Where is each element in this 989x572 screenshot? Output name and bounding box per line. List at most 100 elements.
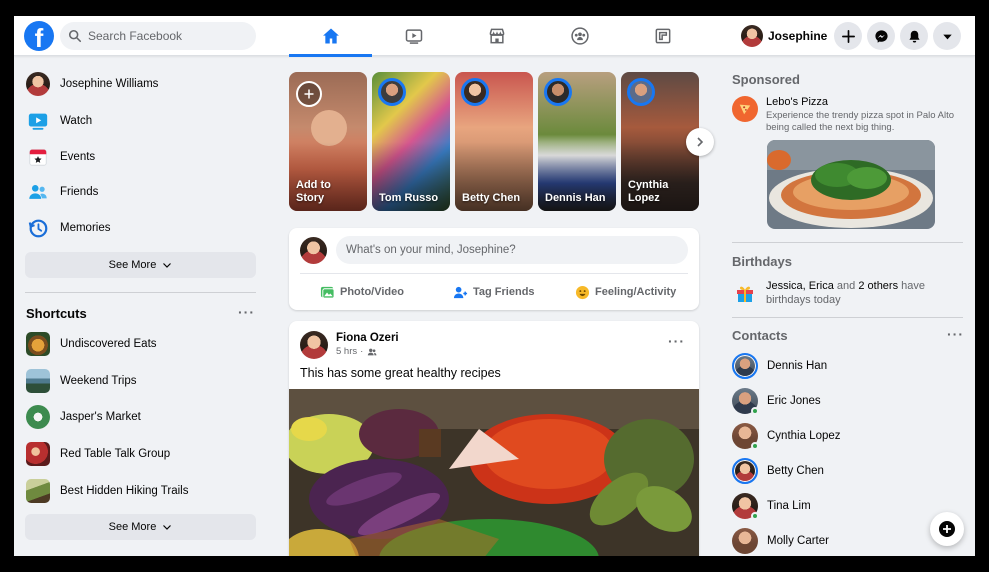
messenger-icon [874,29,888,43]
divider [732,242,963,243]
create-button[interactable] [834,22,862,50]
contact-item[interactable]: Betty Chen [732,456,824,486]
friends-icon [29,185,47,199]
story-name: Tom Russo [379,192,439,204]
tag-friends-icon [453,286,468,298]
account-menu-button[interactable] [933,22,961,50]
facebook-logo[interactable]: f [24,21,54,51]
story-card[interactable]: Betty Chen [455,72,533,211]
facebook-window: f Josephine [14,16,975,556]
feed-post: Fiona Ozeri 5 hrs · ··· This has some gr… [289,321,699,556]
contact-item[interactable]: Cynthia Lopez [732,421,841,451]
photo-icon [320,286,335,299]
gift-icon [732,280,758,306]
contact-item[interactable]: Eric Jones [732,386,821,416]
tag-friends-button[interactable]: Tag Friends [453,279,535,305]
avatar [732,528,758,554]
chevron-down-icon [163,263,172,268]
shortcut-thumbnail [26,442,50,466]
avatar [300,237,327,264]
plus-icon [304,89,314,99]
notifications-button[interactable] [900,22,928,50]
status-input[interactable] [336,236,688,264]
stories-next-button[interactable] [686,128,714,156]
story-name: Betty Chen [462,192,521,204]
shortcut-label: Weekend Trips [60,375,137,387]
tab-gaming[interactable] [621,16,704,56]
divider [25,292,256,293]
contact-item[interactable]: Molly Carter [732,526,829,556]
birthdays-text[interactable]: Jessica, Erica and 2 others have birthda… [766,279,966,307]
contact-name: Eric Jones [767,395,821,407]
sponsored-name[interactable]: Lebo's Pizza [766,96,828,108]
marketplace-icon [489,28,504,44]
avatar [732,458,758,484]
sponsored-title: Sponsored [732,72,800,87]
sidebar-item-watch[interactable]: Watch [26,106,92,136]
shortcut-item[interactable]: Jasper's Market [26,402,141,432]
divider [732,317,963,318]
photo-video-button[interactable]: Photo/Video [320,279,404,305]
shortcut-thumbnail [26,479,50,503]
contact-name: Molly Carter [767,535,829,547]
sponsored-image[interactable] [767,140,935,229]
main-nav-tabs [289,16,704,57]
post-meta: 5 hrs · [336,346,377,357]
story-card[interactable]: Tom Russo [372,72,450,211]
birthday-and: and [836,280,856,292]
story-card[interactable]: Dennis Han [538,72,616,211]
tab-marketplace[interactable] [455,16,538,56]
post-text: This has some great healthy recipes [300,366,501,380]
see-more-label: See More [108,259,157,271]
tab-home[interactable] [289,16,372,57]
calendar-star-icon [29,149,47,166]
feeling-activity-button[interactable]: Feeling/Activity [575,279,676,305]
friends-audience-icon [368,348,377,355]
new-message-button[interactable] [930,512,964,546]
search-box[interactable] [60,22,256,50]
post-options-icon[interactable]: ··· [668,333,685,349]
pizza-photo [767,140,935,229]
add-story-button[interactable] [296,81,322,107]
avatar[interactable] [300,331,328,359]
pizza-slice-icon [739,104,751,115]
bell-icon [908,30,920,42]
lebos-pizza-logo[interactable] [732,96,758,122]
story-card-add[interactable]: Add to Story [289,72,367,211]
sidebar-item-profile[interactable]: Josephine Williams [26,69,158,99]
sidebar-item-events[interactable]: Events [26,142,95,172]
story-name: Cynthia Lopez [628,179,669,204]
profile-shortcut[interactable]: Josephine [732,22,833,50]
shortcut-thumbnail [26,332,50,356]
shortcuts-options-icon[interactable]: ··· [238,304,255,320]
search-input[interactable] [88,29,238,43]
tab-groups[interactable] [538,16,621,56]
avatar [732,353,758,379]
shortcut-label: Red Table Talk Group [60,448,171,460]
shortcut-item[interactable]: Weekend Trips [26,366,137,396]
shortcut-item[interactable]: Best Hidden Hiking Trails [26,476,188,506]
shortcut-item[interactable]: Undiscovered Eats [26,329,157,359]
contact-item[interactable]: Dennis Han [732,351,827,381]
post-time[interactable]: 5 hrs [336,346,357,357]
sidebar-item-friends[interactable]: Friends [26,177,98,207]
shortcut-label: Best Hidden Hiking Trails [60,485,189,497]
story-name: Add to Story [296,179,331,204]
messenger-button[interactable] [867,22,895,50]
divider [300,273,688,274]
contact-name: Betty Chen [767,465,824,477]
sidebar-item-memories[interactable]: Memories [26,213,110,243]
birthday-names: Jessica, Erica [766,280,834,292]
sidebar-item-label: Watch [60,115,93,127]
see-more-button[interactable]: See More [25,252,256,278]
shortcuts-see-more-button[interactable]: See More [25,514,256,540]
post-author[interactable]: Fiona Ozeri [336,332,399,344]
contact-item[interactable]: Tina Lim [732,491,811,521]
birthday-others: 2 others [858,280,899,292]
shortcut-item[interactable]: Red Table Talk Group [26,439,170,469]
avatar [544,78,572,106]
tab-watch[interactable] [372,16,455,56]
post-image[interactable] [289,389,699,556]
contacts-options-icon[interactable]: ··· [947,326,964,342]
plus-icon [841,29,855,43]
